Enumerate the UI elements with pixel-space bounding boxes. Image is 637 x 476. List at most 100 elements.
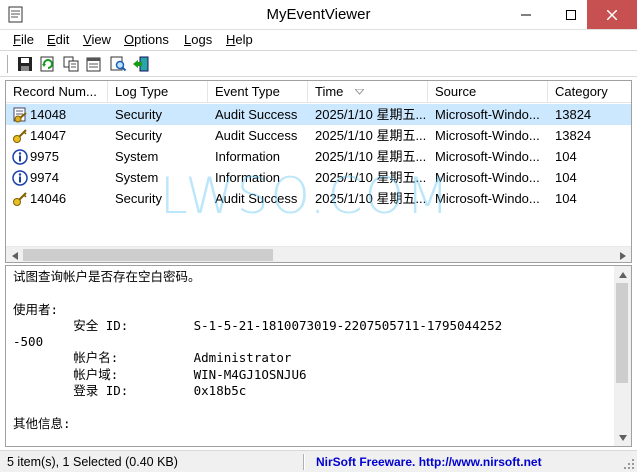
menu-view[interactable]: View xyxy=(83,32,111,47)
table-row[interactable]: 9974 System Information 2025/1/10 星期五...… xyxy=(6,167,631,188)
table-row[interactable]: 14047 Security Audit Success 2025/1/10 星… xyxy=(6,125,631,146)
menu-view-label: iew xyxy=(91,32,111,47)
scroll-left-button[interactable] xyxy=(6,247,23,262)
title-bar: MyEventViewer xyxy=(0,0,637,30)
vertical-scrollbar[interactable] xyxy=(614,266,631,446)
resize-grip-icon[interactable] xyxy=(623,458,635,470)
scroll-right-button[interactable] xyxy=(614,247,631,262)
event-source: Microsoft-Windo... xyxy=(435,128,540,143)
horizontal-scrollbar[interactable] xyxy=(6,246,631,262)
toolbar xyxy=(0,50,637,77)
event-category: 104 xyxy=(555,170,577,185)
table-row[interactable]: 14046 Security Audit Success 2025/1/10 星… xyxy=(6,188,631,209)
event-source: Microsoft-Windo... xyxy=(435,170,540,185)
event-type: Audit Success xyxy=(215,191,298,206)
menu-bar: File Edit View Options Logs Help xyxy=(0,30,637,50)
column-time-label: Time xyxy=(315,84,344,99)
menu-edit-key: E xyxy=(47,32,56,47)
close-button[interactable] xyxy=(587,0,637,29)
info-icon xyxy=(12,149,28,165)
menu-logs[interactable]: Logs xyxy=(184,32,212,47)
event-type: Information xyxy=(215,149,281,164)
event-source: Microsoft-Windo... xyxy=(435,107,540,122)
horizontal-scroll-thumb[interactable] xyxy=(23,249,273,261)
column-record-number[interactable]: Record Num... xyxy=(6,81,108,103)
column-log-type[interactable]: Log Type xyxy=(108,81,208,103)
event-time: 2025/1/10 星期五... xyxy=(315,191,427,206)
event-time: 2025/1/10 星期五... xyxy=(315,170,427,185)
find-icon[interactable] xyxy=(109,55,127,73)
copy-icon[interactable] xyxy=(62,55,80,73)
event-source: Microsoft-Windo... xyxy=(435,149,540,164)
toolbar-grip xyxy=(7,55,9,73)
menu-file-key: F xyxy=(13,32,21,47)
status-divider xyxy=(303,454,305,470)
event-source: Microsoft-Windo... xyxy=(435,191,540,206)
menu-file-label: ile xyxy=(20,32,34,47)
nirsoft-link[interactable]: NirSoft Freeware. http://www.nirsoft.net xyxy=(316,455,542,469)
menu-help[interactable]: Help xyxy=(226,32,253,47)
key-icon xyxy=(13,129,27,143)
sort-descending-icon xyxy=(355,89,364,95)
event-type: Audit Success xyxy=(215,128,298,143)
list-header: Record Num... Log Type Event Type Time S… xyxy=(6,81,631,103)
log-type: System xyxy=(115,170,159,185)
event-time: 2025/1/10 星期五... xyxy=(315,107,427,122)
event-description: 试图查询帐户是否存在空白密码。 使用者: 安全 ID: S-1-5-21-181… xyxy=(13,269,503,431)
event-category: 13824 xyxy=(555,107,592,122)
minimize-icon xyxy=(520,14,531,15)
menu-edit-label: dit xyxy=(55,32,70,47)
event-time: 2025/1/10 星期五... xyxy=(315,128,427,143)
chevron-down-icon xyxy=(618,434,627,441)
close-icon xyxy=(607,9,617,20)
menu-options-label: ptions xyxy=(134,32,169,47)
menu-help-key: H xyxy=(226,32,236,47)
column-category[interactable]: Category xyxy=(548,81,631,103)
table-row[interactable]: 14048 Security Audit Success 2025/1/10 星… xyxy=(6,104,631,125)
record-number: 14047 xyxy=(30,128,67,143)
exit-icon[interactable] xyxy=(132,55,150,73)
event-detail-pane[interactable]: 试图查询帐户是否存在空白密码。 使用者: 安全 ID: S-1-5-21-181… xyxy=(5,265,632,447)
chevron-right-icon xyxy=(619,251,626,260)
event-time: 2025/1/10 星期五... xyxy=(315,149,427,164)
event-list[interactable]: Record Num... Log Type Event Type Time S… xyxy=(5,80,632,263)
event-category: 13824 xyxy=(555,128,592,143)
column-source[interactable]: Source xyxy=(428,81,548,103)
properties-icon[interactable] xyxy=(85,55,103,73)
maximize-icon xyxy=(565,9,576,20)
menu-help-label: elp xyxy=(235,32,253,47)
event-category: 104 xyxy=(555,191,577,206)
menu-logs-label: ogs xyxy=(191,32,213,47)
event-type: Audit Success xyxy=(215,107,298,122)
menu-options[interactable]: Options xyxy=(124,32,169,47)
event-type: Information xyxy=(215,170,281,185)
log-type: System xyxy=(115,149,159,164)
menu-options-key: O xyxy=(124,32,135,47)
menu-file[interactable]: File xyxy=(13,32,34,47)
save-icon[interactable] xyxy=(16,55,34,73)
status-item-count: 5 item(s), 1 Selected (0.40 KB) xyxy=(7,455,178,469)
chevron-up-icon xyxy=(618,271,627,278)
minimize-button[interactable] xyxy=(503,0,548,29)
column-event-type[interactable]: Event Type xyxy=(208,81,308,103)
record-number: 9974 xyxy=(30,170,59,185)
menu-edit[interactable]: Edit xyxy=(47,32,69,47)
record-number: 14046 xyxy=(30,191,67,206)
refresh-icon[interactable] xyxy=(39,55,57,73)
info-icon xyxy=(12,170,28,186)
event-category: 104 xyxy=(555,149,577,164)
audit-success-icon xyxy=(13,107,27,123)
record-number: 14048 xyxy=(30,107,67,122)
log-type: Security xyxy=(115,191,162,206)
scroll-up-button[interactable] xyxy=(614,266,631,283)
log-type: Security xyxy=(115,107,162,122)
chevron-left-icon xyxy=(11,251,18,260)
log-type: Security xyxy=(115,128,162,143)
table-row[interactable]: 9975 System Information 2025/1/10 星期五...… xyxy=(6,146,631,167)
column-time[interactable]: Time xyxy=(308,81,428,103)
vertical-scroll-thumb[interactable] xyxy=(616,283,628,383)
status-bar: 5 item(s), 1 Selected (0.40 KB) NirSoft … xyxy=(0,450,637,472)
key-icon xyxy=(13,192,27,206)
record-number: 9975 xyxy=(30,149,59,164)
scroll-down-button[interactable] xyxy=(614,429,631,446)
